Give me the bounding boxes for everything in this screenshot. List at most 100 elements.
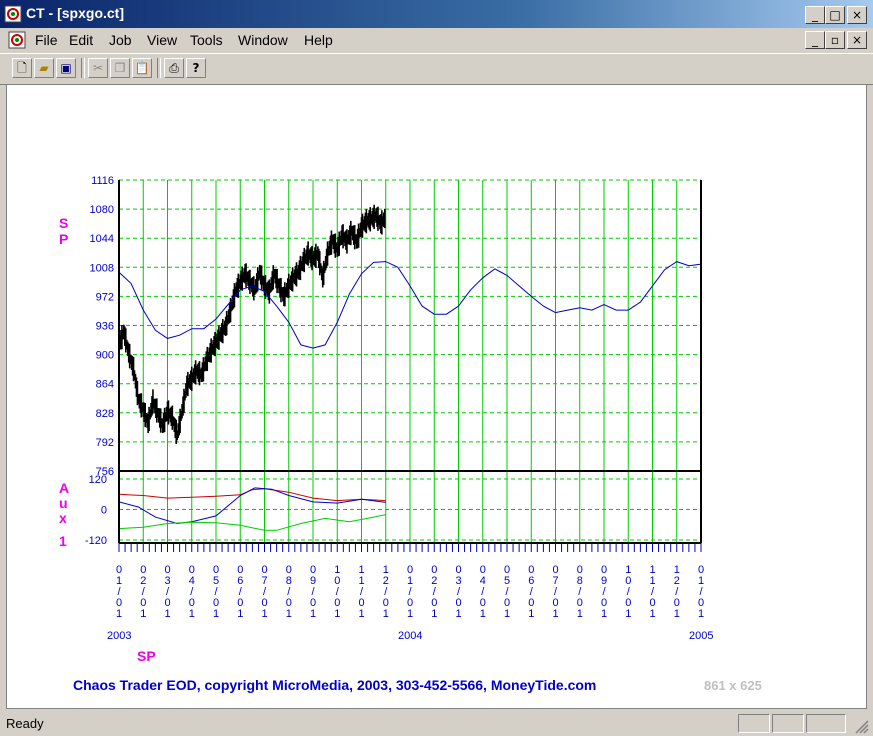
minimize-button[interactable]: _ bbox=[805, 6, 825, 24]
year-label: 2003 bbox=[107, 630, 131, 642]
month-label-char: 1 bbox=[431, 608, 437, 620]
aux-tick-label: 0 bbox=[101, 505, 107, 517]
toolbar: 🗋 ▰ ▣ ✂ ❐ 📋 ⎙ ? bbox=[0, 53, 873, 85]
y-tick-label: 1044 bbox=[90, 233, 114, 245]
resize-grip-icon[interactable] bbox=[855, 720, 869, 734]
month-label-char: 1 bbox=[310, 608, 316, 620]
month-label-char: 1 bbox=[698, 608, 704, 620]
y-tick-label: 900 bbox=[96, 350, 114, 362]
y-tick-label: 1008 bbox=[90, 262, 114, 274]
lower-panel-label-char: A bbox=[59, 480, 69, 496]
month-label-char: 1 bbox=[237, 608, 243, 620]
month-label-char: 1 bbox=[358, 608, 364, 620]
month-label-char: 1 bbox=[383, 608, 389, 620]
print-icon: ⎙ bbox=[169, 61, 179, 75]
size-label: 861 x 625 bbox=[704, 678, 762, 693]
menu-help[interactable]: Help bbox=[304, 32, 333, 48]
month-label-char: 1 bbox=[213, 608, 219, 620]
copy-button[interactable]: ❐ bbox=[110, 58, 130, 78]
lower-panel-label-char: u bbox=[59, 495, 68, 511]
month-label-char: 1 bbox=[164, 608, 170, 620]
year-label: 2004 bbox=[398, 630, 422, 642]
status-panel bbox=[738, 714, 770, 733]
paste-icon: 📋 bbox=[134, 61, 150, 75]
new-button[interactable]: 🗋 bbox=[12, 58, 32, 78]
open-icon: ▰ bbox=[39, 61, 49, 75]
month-label-char: 1 bbox=[552, 608, 558, 620]
child-minimize-button[interactable]: _ bbox=[805, 31, 825, 49]
lower-panel-label-char: x bbox=[59, 510, 67, 526]
month-label-char: 1 bbox=[528, 608, 534, 620]
upper-panel-label-char: S bbox=[59, 215, 68, 231]
month-label-char: 1 bbox=[116, 608, 122, 620]
save-button[interactable]: ▣ bbox=[56, 58, 76, 78]
month-label-char: 1 bbox=[189, 608, 195, 620]
y-tick-label: 828 bbox=[96, 408, 114, 420]
status-bar: Ready bbox=[0, 712, 873, 736]
month-label-char: 1 bbox=[455, 608, 461, 620]
y-tick-label: 936 bbox=[96, 321, 114, 333]
upper-panel-label: SP bbox=[59, 215, 68, 247]
child-restore-button[interactable]: ▫ bbox=[825, 31, 845, 49]
child-close-button[interactable]: × bbox=[847, 31, 867, 49]
chart-client-area[interactable]: 1116 1080 1044 1008 972 936 900 864 828 792 756 120… bbox=[6, 84, 867, 709]
month-label-char: 1 bbox=[625, 608, 631, 620]
aux-blue-line bbox=[118, 487, 386, 525]
title-bar[interactable]: CT - [spxgo.ct] _ □ × bbox=[0, 0, 873, 28]
maximize-button[interactable]: □ bbox=[825, 6, 845, 24]
chart-canvas[interactable]: 1116108010441008972936900864828792756120… bbox=[7, 85, 866, 708]
menu-window[interactable]: Window bbox=[238, 32, 288, 48]
month-label-char: 1 bbox=[480, 608, 486, 620]
month-label-char: 1 bbox=[334, 608, 340, 620]
app-icon bbox=[4, 5, 22, 23]
menu-edit[interactable]: Edit bbox=[69, 32, 93, 48]
menu-view[interactable]: View bbox=[147, 32, 177, 48]
document-icon[interactable] bbox=[8, 31, 26, 49]
new-icon: 🗋 bbox=[17, 61, 27, 75]
month-label-char: 1 bbox=[577, 608, 583, 620]
month-label-char: 1 bbox=[674, 608, 680, 620]
lower-panel-label-char: 1 bbox=[59, 533, 67, 549]
month-label-char: 1 bbox=[649, 608, 655, 620]
paste-button[interactable]: 📋 bbox=[132, 58, 152, 78]
aux-red-line bbox=[118, 488, 386, 502]
month-label-char: 1 bbox=[140, 608, 146, 620]
toolbar-separator bbox=[81, 58, 85, 78]
y-tick-label: 972 bbox=[96, 291, 114, 303]
month-label-char: 1 bbox=[407, 608, 413, 620]
open-button[interactable]: ▰ bbox=[34, 58, 54, 78]
status-panel bbox=[806, 714, 846, 733]
copyright-text: Chaos Trader EOD, copyright MicroMedia, … bbox=[73, 677, 596, 693]
save-icon: ▣ bbox=[60, 61, 72, 75]
help-button[interactable]: ? bbox=[186, 58, 206, 78]
y-tick-label: 1080 bbox=[90, 204, 114, 216]
menu-bar: File Edit Job View Tools Window Help _ ▫… bbox=[0, 28, 873, 52]
y-tick-label: 864 bbox=[96, 379, 114, 391]
cut-icon: ✂ bbox=[92, 61, 104, 75]
window-title: CT - [spxgo.ct] bbox=[26, 5, 124, 21]
help-icon: ? bbox=[192, 61, 200, 75]
month-label-char: 1 bbox=[504, 608, 510, 620]
copy-icon: ❐ bbox=[114, 61, 126, 75]
menu-job[interactable]: Job bbox=[109, 32, 132, 48]
aux-tick-label: -120 bbox=[85, 535, 107, 547]
month-label-char: 1 bbox=[601, 608, 607, 620]
print-button[interactable]: ⎙ bbox=[164, 58, 184, 78]
aux-tick-label: 120 bbox=[89, 474, 107, 486]
y-tick-label: 1116 bbox=[91, 175, 114, 187]
upper-panel-label-char: P bbox=[59, 231, 68, 247]
status-panel bbox=[772, 714, 804, 733]
month-label-char: 1 bbox=[261, 608, 267, 620]
status-text: Ready bbox=[6, 716, 44, 731]
toolbar-separator bbox=[157, 58, 161, 78]
close-button[interactable]: × bbox=[847, 6, 867, 24]
menu-file[interactable]: File bbox=[35, 32, 58, 48]
y-tick-label: 792 bbox=[96, 437, 114, 449]
cut-button[interactable]: ✂ bbox=[88, 58, 108, 78]
symbol-label: SP bbox=[137, 648, 156, 664]
menu-tools[interactable]: Tools bbox=[190, 32, 223, 48]
month-label-char: 1 bbox=[286, 608, 292, 620]
lower-panel-label: Aux 1 bbox=[59, 480, 69, 549]
aux-green-line bbox=[118, 514, 386, 531]
year-label: 2005 bbox=[689, 630, 713, 642]
